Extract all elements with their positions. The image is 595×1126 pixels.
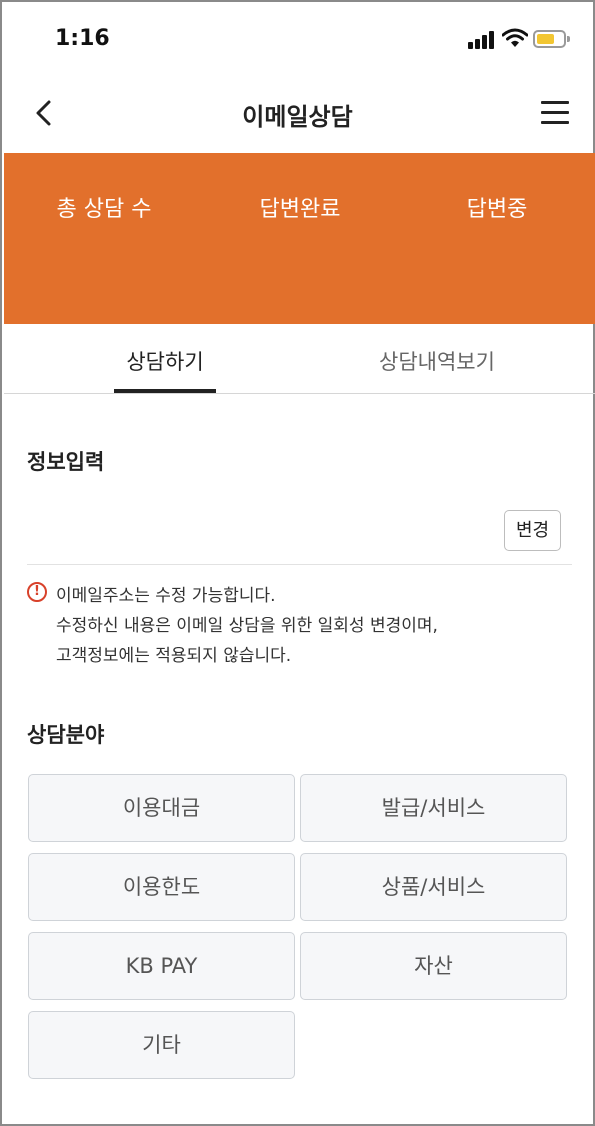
tab-consult[interactable]: 상담하기: [84, 346, 246, 376]
tab-consult-history[interactable]: 상담내역보기: [356, 346, 518, 376]
app-header: 이메일상담: [2, 77, 593, 152]
notice-line-1: 이메일주소는 수정 가능합니다.: [56, 586, 276, 606]
category-section-title: 상담분야: [27, 723, 105, 747]
tab-bar: 상담하기 상담내역보기: [4, 324, 595, 394]
category-issuance-service-button[interactable]: 발급/서비스: [300, 774, 567, 842]
category-kb-pay-button[interactable]: KB PAY: [28, 932, 295, 1000]
stats-banner: 총 상담 수 답변완료 답변중: [4, 153, 595, 324]
stat-total-label: 총 상담 수: [56, 197, 152, 222]
status-bar: 1:16: [2, 2, 593, 77]
warning-icon: !: [27, 582, 47, 602]
notice-line-2: 수정하신 내용은 이메일 상담을 위한 일회성 변경이며,: [56, 616, 438, 636]
status-time: 1:16: [55, 26, 110, 51]
page-title: 이메일상담: [242, 103, 353, 131]
phone-frame: 1:16 이메일상담 총 상담 수 답변완료 답변중 상담하기 상담내역보기 정…: [0, 0, 595, 1126]
battery-icon: [533, 30, 570, 48]
stat-answered-label: 답변완료: [259, 197, 341, 222]
active-tab-indicator: [114, 389, 216, 393]
stat-pending-label: 답변중: [466, 197, 528, 222]
hamburger-menu-icon[interactable]: [541, 101, 569, 125]
divider: [27, 564, 572, 565]
category-product-service-button[interactable]: 상품/서비스: [300, 853, 567, 921]
cellular-signal-icon: [468, 31, 498, 49]
category-usage-payment-button[interactable]: 이용대금: [28, 774, 295, 842]
info-section-title: 정보입력: [27, 450, 105, 474]
category-usage-limit-button[interactable]: 이용한도: [28, 853, 295, 921]
category-other-button[interactable]: 기타: [28, 1011, 295, 1079]
notice-line-3: 고객정보에는 적용되지 않습니다.: [56, 646, 292, 666]
change-button[interactable]: 변경: [504, 510, 561, 551]
wifi-icon: [502, 28, 528, 47]
category-assets-button[interactable]: 자산: [300, 932, 567, 1000]
